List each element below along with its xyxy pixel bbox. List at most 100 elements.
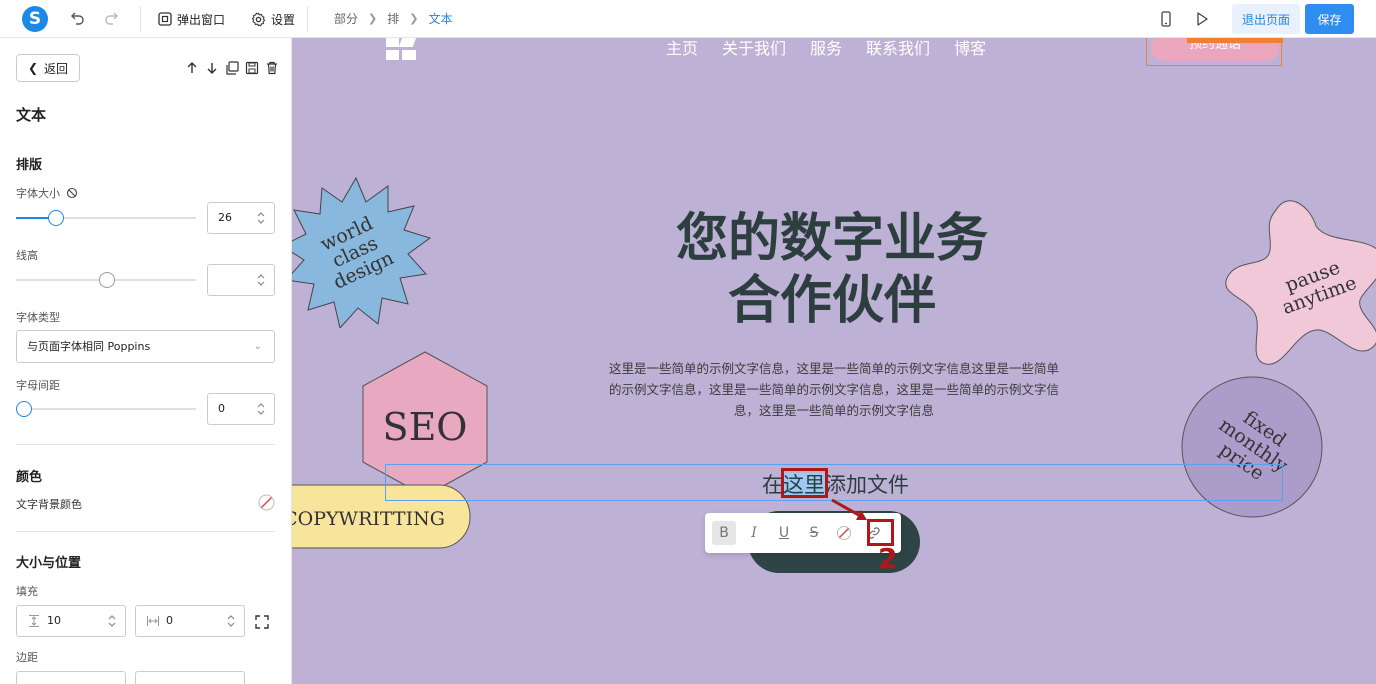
move-down-icon[interactable] [204,60,220,76]
font-size-slider[interactable] [16,210,196,226]
hero-paragraph[interactable]: 这里是一些简单的示例文字信息，这里是一些简单的示例文字信息这里是一些简单的示例文… [608,358,1060,421]
font-size-input[interactable]: 26 [207,202,275,234]
nav-item-blog[interactable]: 博客 [954,38,986,59]
margin-vertical-input[interactable] [16,671,126,684]
nav-item-services[interactable]: 服务 [810,38,842,59]
stepper-icon[interactable] [256,271,266,289]
color-heading: 颜色 [16,470,43,485]
underline-button[interactable]: U [772,521,796,545]
text-color-button[interactable] [832,521,856,545]
exit-page-button[interactable]: 退出页面 [1232,4,1300,34]
breadcrumb-item-row[interactable]: 排 [387,10,399,27]
book-call-button-selected[interactable]: 预约通话 [1146,38,1283,66]
size-position-heading: 大小与位置 [16,556,82,571]
no-color-swatch-icon[interactable] [258,494,275,511]
letter-spacing-value: 0 [218,402,225,415]
sticker-seo-text: SEO [383,405,468,449]
stepper-icon[interactable] [256,400,266,418]
font-type-label: 字体类型 [16,311,60,324]
popup-window-button[interactable]: 弹出窗口 [158,8,225,30]
strikethrough-icon: S [809,525,819,541]
vertical-padding-icon [29,615,39,627]
padding-vertical-input[interactable]: 10 [16,605,126,637]
settings-label: 设置 [271,12,296,27]
divider [16,444,275,445]
save-button[interactable]: 保存 [1305,4,1354,34]
margin-label: 边距 [16,651,38,664]
site-logo[interactable] [386,38,416,60]
chevron-right-icon: ❯ [368,12,378,25]
letter-spacing-input[interactable]: 0 [207,393,275,425]
popup-icon [158,12,172,26]
strikethrough-button[interactable]: S [802,521,826,545]
chevron-down-icon: ⌄ [253,341,262,352]
line-height-input[interactable] [207,264,275,296]
panel-title: 文本 [16,106,47,124]
underline-icon: U [778,525,790,541]
stepper-icon[interactable] [256,209,266,227]
hero-heading-line2: 合作伙伴 [727,271,936,331]
settings-button[interactable]: 设置 [251,8,295,30]
divider [307,6,308,32]
stepper-icon[interactable] [107,612,117,630]
text-bg-color-label: 文字背景颜色 [16,498,82,511]
hero-heading[interactable]: 您的数字业务 合作伙伴 [632,208,1032,332]
letter-spacing-label: 字母间距 [16,379,60,392]
popup-label: 弹出窗口 [177,12,226,27]
italic-icon: I [751,525,757,541]
editable-text-before: 在 [762,473,783,497]
font-type-value: 与页面字体相同 Poppins [27,340,151,353]
element-quick-tools [1187,38,1283,43]
font-size-slider-handle[interactable] [48,210,64,226]
stepper-icon[interactable] [226,612,236,630]
trash-icon[interactable] [264,60,280,76]
annotation-arrow-icon [831,498,867,520]
back-label: 返回 [44,61,69,76]
expand-icon[interactable] [254,614,270,630]
sticker-pause-anytime: pause anytime [1225,200,1376,365]
nav-item-about[interactable]: 关于我们 [722,38,786,59]
line-height-slider-handle[interactable] [99,272,115,288]
gear-icon [251,12,266,26]
chevron-right-icon: ❯ [409,12,419,25]
letter-spacing-slider-handle[interactable] [16,401,32,417]
play-preview-icon[interactable] [1193,10,1211,28]
padding-horizontal-input[interactable]: 0 [135,605,245,637]
save-block-icon[interactable] [244,60,260,76]
page-canvas: 主页 关于我们 服务 联系我们 博客 预约通话 world class desi… [292,38,1376,684]
divider [140,6,141,32]
letter-spacing-slider[interactable] [16,401,196,417]
italic-button[interactable]: I [742,521,766,545]
font-size-label-row: 字体大小 [16,185,78,201]
site-nav: 主页 关于我们 服务 联系我们 博客 [666,38,986,59]
redo-icon[interactable] [103,10,121,28]
reset-icon[interactable] [66,187,78,199]
editable-text-after: 添加文件 [825,473,909,497]
element-tools [184,60,280,76]
breadcrumb: 部分 ❯ 排 ❯ 文本 [334,10,452,27]
breadcrumb-item-section[interactable]: 部分 [334,10,358,27]
bold-button[interactable]: B [712,521,736,545]
sticker-world-class-design: world class design [292,176,432,328]
padding-vertical-value: 10 [47,614,61,627]
typography-heading: 排版 [16,158,43,173]
copy-icon[interactable] [224,60,240,76]
line-height-label: 线高 [16,249,38,262]
font-type-select[interactable]: 与页面字体相同 Poppins ⌄ [16,330,275,363]
sticker-copywritting-text: COPYWRITTING [292,508,445,530]
margin-horizontal-input[interactable] [135,671,245,684]
breadcrumb-item-text[interactable]: 文本 [428,10,452,27]
nav-item-contact[interactable]: 联系我们 [866,38,930,59]
line-height-slider[interactable] [16,272,196,288]
move-up-icon[interactable] [184,60,200,76]
padding-horizontal-value: 0 [166,614,173,627]
app-logo[interactable]: S [22,6,48,32]
mobile-preview-icon[interactable] [1157,10,1175,28]
divider [16,531,275,532]
back-button[interactable]: ❮ 返回 [16,54,80,82]
bold-icon: B [719,525,729,541]
top-bar: S 弹出窗口 设置 部分 ❯ 排 ❯ 文本 退出页面 保存 [0,0,1376,38]
undo-icon[interactable] [68,10,86,28]
nav-item-home[interactable]: 主页 [666,38,698,59]
font-size-label: 字体大小 [16,187,60,200]
